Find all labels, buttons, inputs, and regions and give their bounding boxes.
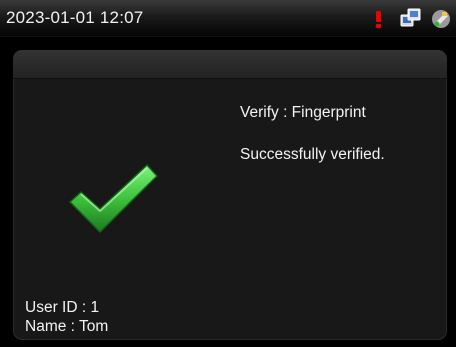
verification-message: Successfully verified. bbox=[240, 146, 385, 163]
checkmark-icon bbox=[69, 164, 158, 233]
verify-method-text: Verify : Fingerprint bbox=[240, 104, 366, 121]
datetime-display: 2023-01-01 12:07 bbox=[6, 8, 144, 27]
panel-header bbox=[13, 50, 447, 79]
status-bar: 2023-01-01 12:07 bbox=[0, 0, 456, 37]
user-id-text: User ID : 1 bbox=[25, 299, 100, 316]
verification-panel: Verify : Fingerprint Successfully verifi… bbox=[13, 50, 447, 340]
usb-icon bbox=[432, 10, 450, 28]
alert-icon bbox=[376, 11, 381, 28]
user-name-text: Name : Tom bbox=[25, 318, 109, 335]
network-icon bbox=[400, 8, 421, 27]
